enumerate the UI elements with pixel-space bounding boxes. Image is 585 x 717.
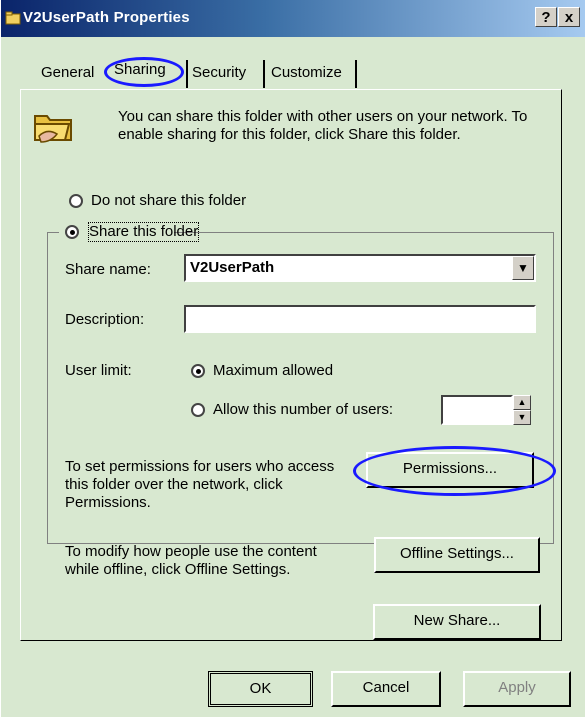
share-folder-radio[interactable] (65, 225, 79, 239)
close-button[interactable]: x (558, 7, 580, 27)
permissions-text: To set permissions for users who access … (65, 458, 335, 511)
description-field[interactable] (184, 305, 536, 333)
share-folder-label[interactable]: Share this folder (87, 222, 200, 242)
cancel-button[interactable]: Cancel (331, 671, 441, 707)
share-name-value: V2UserPath (190, 259, 275, 276)
offline-text: To modify how people use the content whi… (65, 543, 317, 578)
folder-icon (5, 11, 21, 25)
apply-button[interactable]: Apply (463, 671, 571, 707)
window-title: V2UserPath Properties (23, 9, 190, 26)
properties-dialog: V2UserPath Properties ? x General Sharin… (0, 0, 585, 717)
sharing-intro-text: You can share this folder with other use… (118, 108, 528, 143)
tab-security[interactable]: Security (188, 58, 250, 88)
tab-divider (186, 60, 188, 88)
help-button[interactable]: ? (535, 7, 557, 27)
user-limit-label: User limit: (65, 362, 132, 379)
description-label: Description: (65, 311, 145, 328)
user-count-input[interactable] (441, 395, 513, 425)
ok-button[interactable]: OK (208, 671, 313, 707)
maximum-allowed-radio[interactable] (191, 364, 205, 378)
do-not-share-label[interactable]: Do not share this folder (91, 192, 246, 210)
allow-number-label[interactable]: Allow this number of users: (213, 401, 393, 419)
maximum-allowed-label[interactable]: Maximum allowed (213, 362, 333, 380)
user-count-stepper[interactable]: ▲ ▼ (513, 395, 531, 425)
spin-up-icon[interactable]: ▲ (513, 395, 531, 410)
title-bar[interactable]: V2UserPath Properties ? x (1, 0, 585, 37)
do-not-share-radio[interactable] (69, 194, 83, 208)
sharing-tab-highlight (104, 57, 184, 87)
share-name-combobox[interactable]: V2UserPath ▼ (184, 254, 536, 282)
spin-down-icon[interactable]: ▼ (513, 410, 531, 425)
allow-number-radio[interactable] (191, 403, 205, 417)
new-share-button[interactable]: New Share... (373, 604, 541, 640)
tab-general[interactable]: General (37, 58, 98, 88)
tab-customize[interactable]: Customize (267, 58, 346, 88)
shared-folder-icon (34, 115, 72, 143)
tab-divider (355, 60, 357, 88)
share-name-label: Share name: (65, 261, 151, 278)
permissions-button-highlight (353, 446, 556, 496)
chevron-down-icon[interactable]: ▼ (512, 256, 534, 280)
offline-settings-button[interactable]: Offline Settings... (374, 537, 540, 573)
tab-divider (263, 60, 265, 88)
share-folder-option[interactable]: Share this folder (59, 220, 200, 244)
